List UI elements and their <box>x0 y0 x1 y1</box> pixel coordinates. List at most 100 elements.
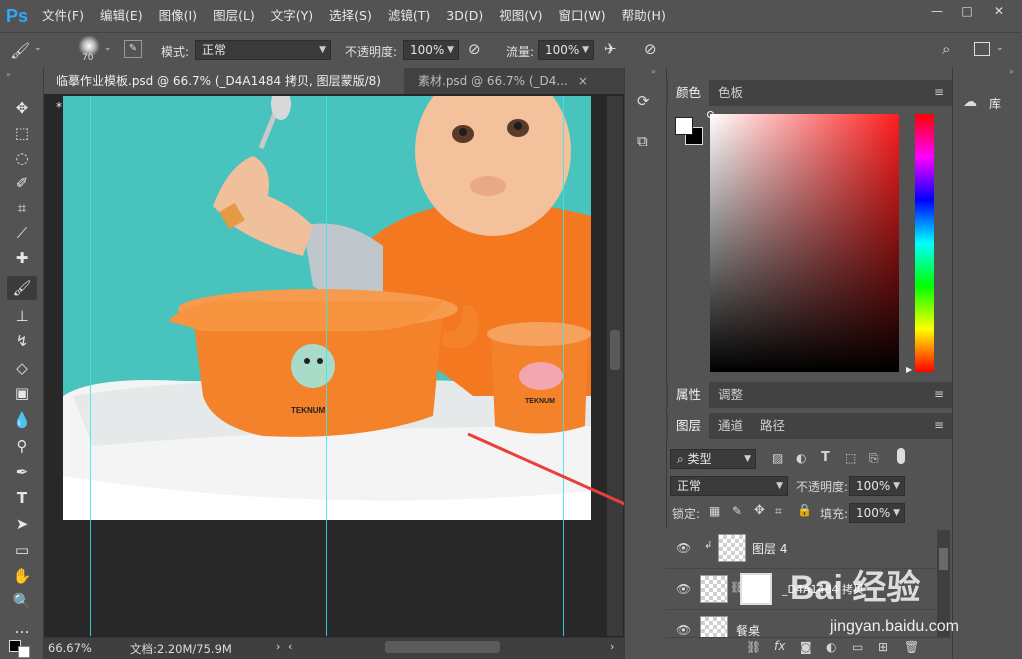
layer-name[interactable]: 餐桌 <box>736 622 760 637</box>
stamp-tool-icon[interactable]: ⊥ <box>7 304 37 328</box>
vertical-scroll-thumb[interactable] <box>610 330 620 370</box>
layer-name[interactable]: 图层 4 <box>752 540 787 557</box>
airbrush-icon[interactable]: ✈ <box>604 40 617 58</box>
guide-line[interactable] <box>563 96 564 636</box>
layer-mask-thumbnail[interactable] <box>740 573 772 605</box>
layer-filter-select[interactable]: ⌕ 类型 ▼ <box>670 449 756 469</box>
eraser-tool-icon[interactable]: ◇ <box>7 356 37 380</box>
marquee-tool-icon[interactable]: ⬚ <box>7 121 37 145</box>
lock-artboard-icon[interactable]: ⌗ <box>775 504 782 519</box>
fx-button[interactable]: fx <box>774 639 785 653</box>
flow-field[interactable]: 100% ▼ <box>538 40 594 60</box>
menu-type[interactable]: 文字(Y) <box>263 0 321 32</box>
visibility-eye-icon[interactable]: 👁 <box>676 623 691 637</box>
delete-layer-icon[interactable]: 🗑 <box>904 640 919 654</box>
path-select-tool-icon[interactable]: ➤ <box>7 512 37 536</box>
new-layer-icon[interactable]: ⊞ <box>878 640 888 654</box>
lock-all-icon[interactable]: 🔒 <box>797 503 812 517</box>
tab-channels[interactable]: 通道 <box>710 413 751 439</box>
type-tool-icon[interactable]: T <box>7 486 37 510</box>
new-adjustment-icon[interactable]: ◐ <box>826 640 836 654</box>
crop-tool-icon[interactable]: ⌗ <box>7 196 37 220</box>
pressure-opacity-icon[interactable]: ⊘ <box>468 40 481 58</box>
collapse-icon[interactable]: » <box>1009 67 1014 76</box>
filter-shape-icon[interactable]: ⬚ <box>845 451 856 465</box>
brush-tool-icon[interactable]: 🖌 <box>7 276 37 300</box>
more-tools-icon[interactable]: … <box>7 616 37 640</box>
scroll-left-icon[interactable]: ‹ <box>288 640 292 653</box>
history-brush-tool-icon[interactable]: ↯ <box>7 329 37 353</box>
eyedropper-tool-icon[interactable]: ⟋ <box>7 221 37 245</box>
brush-tool-preset-icon[interactable]: 🖌 <box>10 41 30 60</box>
menu-window[interactable]: 窗口(W) <box>551 0 614 32</box>
menu-layer[interactable]: 图层(L) <box>205 0 263 32</box>
lock-pixels-icon[interactable]: ✎ <box>732 504 742 518</box>
tab-swatches[interactable]: 色板 <box>710 80 751 106</box>
blend-mode-select[interactable]: 正常 ▼ <box>670 476 788 496</box>
zoom-level[interactable]: 66.67% <box>48 641 92 655</box>
filter-toggle[interactable] <box>897 448 905 464</box>
menu-image[interactable]: 图像(I) <box>151 0 205 32</box>
visibility-eye-icon[interactable]: 👁 <box>676 541 691 555</box>
lock-transparent-icon[interactable]: ▦ <box>709 504 720 518</box>
menu-filter[interactable]: 滤镜(T) <box>380 0 438 32</box>
opacity-field[interactable]: 100% ▼ <box>403 40 459 60</box>
pen-tool-icon[interactable]: ✒ <box>7 460 37 484</box>
gradient-tool-icon[interactable]: ▣ <box>7 381 37 405</box>
scroll-right-icon[interactable]: › <box>610 640 614 653</box>
hue-slider-thumb[interactable]: ▶ <box>906 365 912 374</box>
dodge-tool-icon[interactable]: ⚲ <box>7 434 37 458</box>
mode-select[interactable]: 正常 ▼ <box>195 40 331 60</box>
chevron-down-icon[interactable]: ⌄ <box>104 43 112 53</box>
filter-smart-object-icon[interactable]: ⎘ <box>869 451 879 466</box>
lock-position-icon[interactable]: ✥ <box>754 503 765 518</box>
menu-edit[interactable]: 编辑(E) <box>92 0 151 32</box>
tab-color[interactable]: 颜色 <box>668 80 710 106</box>
filter-pixel-icon[interactable]: ▨ <box>772 451 783 465</box>
color-picker-field[interactable] <box>710 114 899 372</box>
horizontal-scroll-thumb[interactable] <box>385 641 500 653</box>
status-arrow-icon[interactable]: › <box>276 640 280 653</box>
quick-select-tool-icon[interactable]: ✐ <box>7 171 37 195</box>
background-color-swatch[interactable] <box>18 646 30 658</box>
guide-line[interactable] <box>90 96 91 636</box>
add-mask-icon[interactable]: ◙ <box>800 640 812 654</box>
link-layers-icon[interactable]: ⛓ <box>746 640 761 654</box>
filter-adjustment-icon[interactable]: ◐ <box>796 451 806 465</box>
foreground-color-swatch[interactable] <box>675 117 693 135</box>
new-group-icon[interactable]: ▭ <box>852 640 863 654</box>
collapse-icon[interactable]: » <box>651 67 656 76</box>
brush-panel-icon[interactable]: ✎ <box>124 40 142 58</box>
chevron-down-icon[interactable]: ⌄ <box>996 43 1004 53</box>
tab-adjustments[interactable]: 调整 <box>710 382 751 408</box>
lasso-tool-icon[interactable]: ◌ <box>7 146 37 170</box>
zoom-tool-icon[interactable]: 🔍 <box>7 589 37 613</box>
menu-help[interactable]: 帮助(H) <box>614 0 674 32</box>
fill-field[interactable]: 100% ▼ <box>849 503 905 523</box>
move-tool-icon[interactable]: ✥ <box>7 96 37 120</box>
panel-menu-icon[interactable]: ≡ <box>934 418 944 432</box>
cloud-library-icon[interactable]: ☁ <box>963 94 977 110</box>
visibility-eye-icon[interactable]: 👁 <box>676 582 691 596</box>
close-button[interactable]: ✕ <box>984 2 1014 20</box>
panel-menu-icon[interactable]: ≡ <box>934 387 944 401</box>
pressure-size-icon[interactable]: ⊘ <box>644 40 657 58</box>
rectangle-tool-icon[interactable]: ▭ <box>7 538 37 562</box>
hue-slider[interactable] <box>915 114 934 372</box>
layer-opacity-field[interactable]: 100% ▼ <box>849 476 905 496</box>
blur-tool-icon[interactable]: 💧 <box>7 408 37 432</box>
tab-template[interactable]: 临摹作业模板.psd @ 66.7% (_D4A1484 拷贝, 图层蒙版/8)… <box>44 68 404 114</box>
menu-file[interactable]: 文件(F) <box>34 0 92 32</box>
hand-tool-icon[interactable]: ✋ <box>7 564 37 588</box>
collapse-icon[interactable]: » <box>6 70 11 79</box>
tab-properties[interactable]: 属性 <box>668 382 710 408</box>
minimize-button[interactable]: — <box>922 2 952 20</box>
tab-paths[interactable]: 路径 <box>752 413 793 439</box>
tab-layers[interactable]: 图层 <box>668 413 710 439</box>
menu-select[interactable]: 选择(S) <box>321 0 380 32</box>
properties-icon[interactable]: ⧉ <box>637 132 648 150</box>
filter-type-icon[interactable]: T <box>821 450 830 465</box>
maximize-button[interactable]: □ <box>952 2 982 20</box>
history-icon[interactable]: ⟳ <box>637 92 650 110</box>
menu-view[interactable]: 视图(V) <box>491 0 550 32</box>
